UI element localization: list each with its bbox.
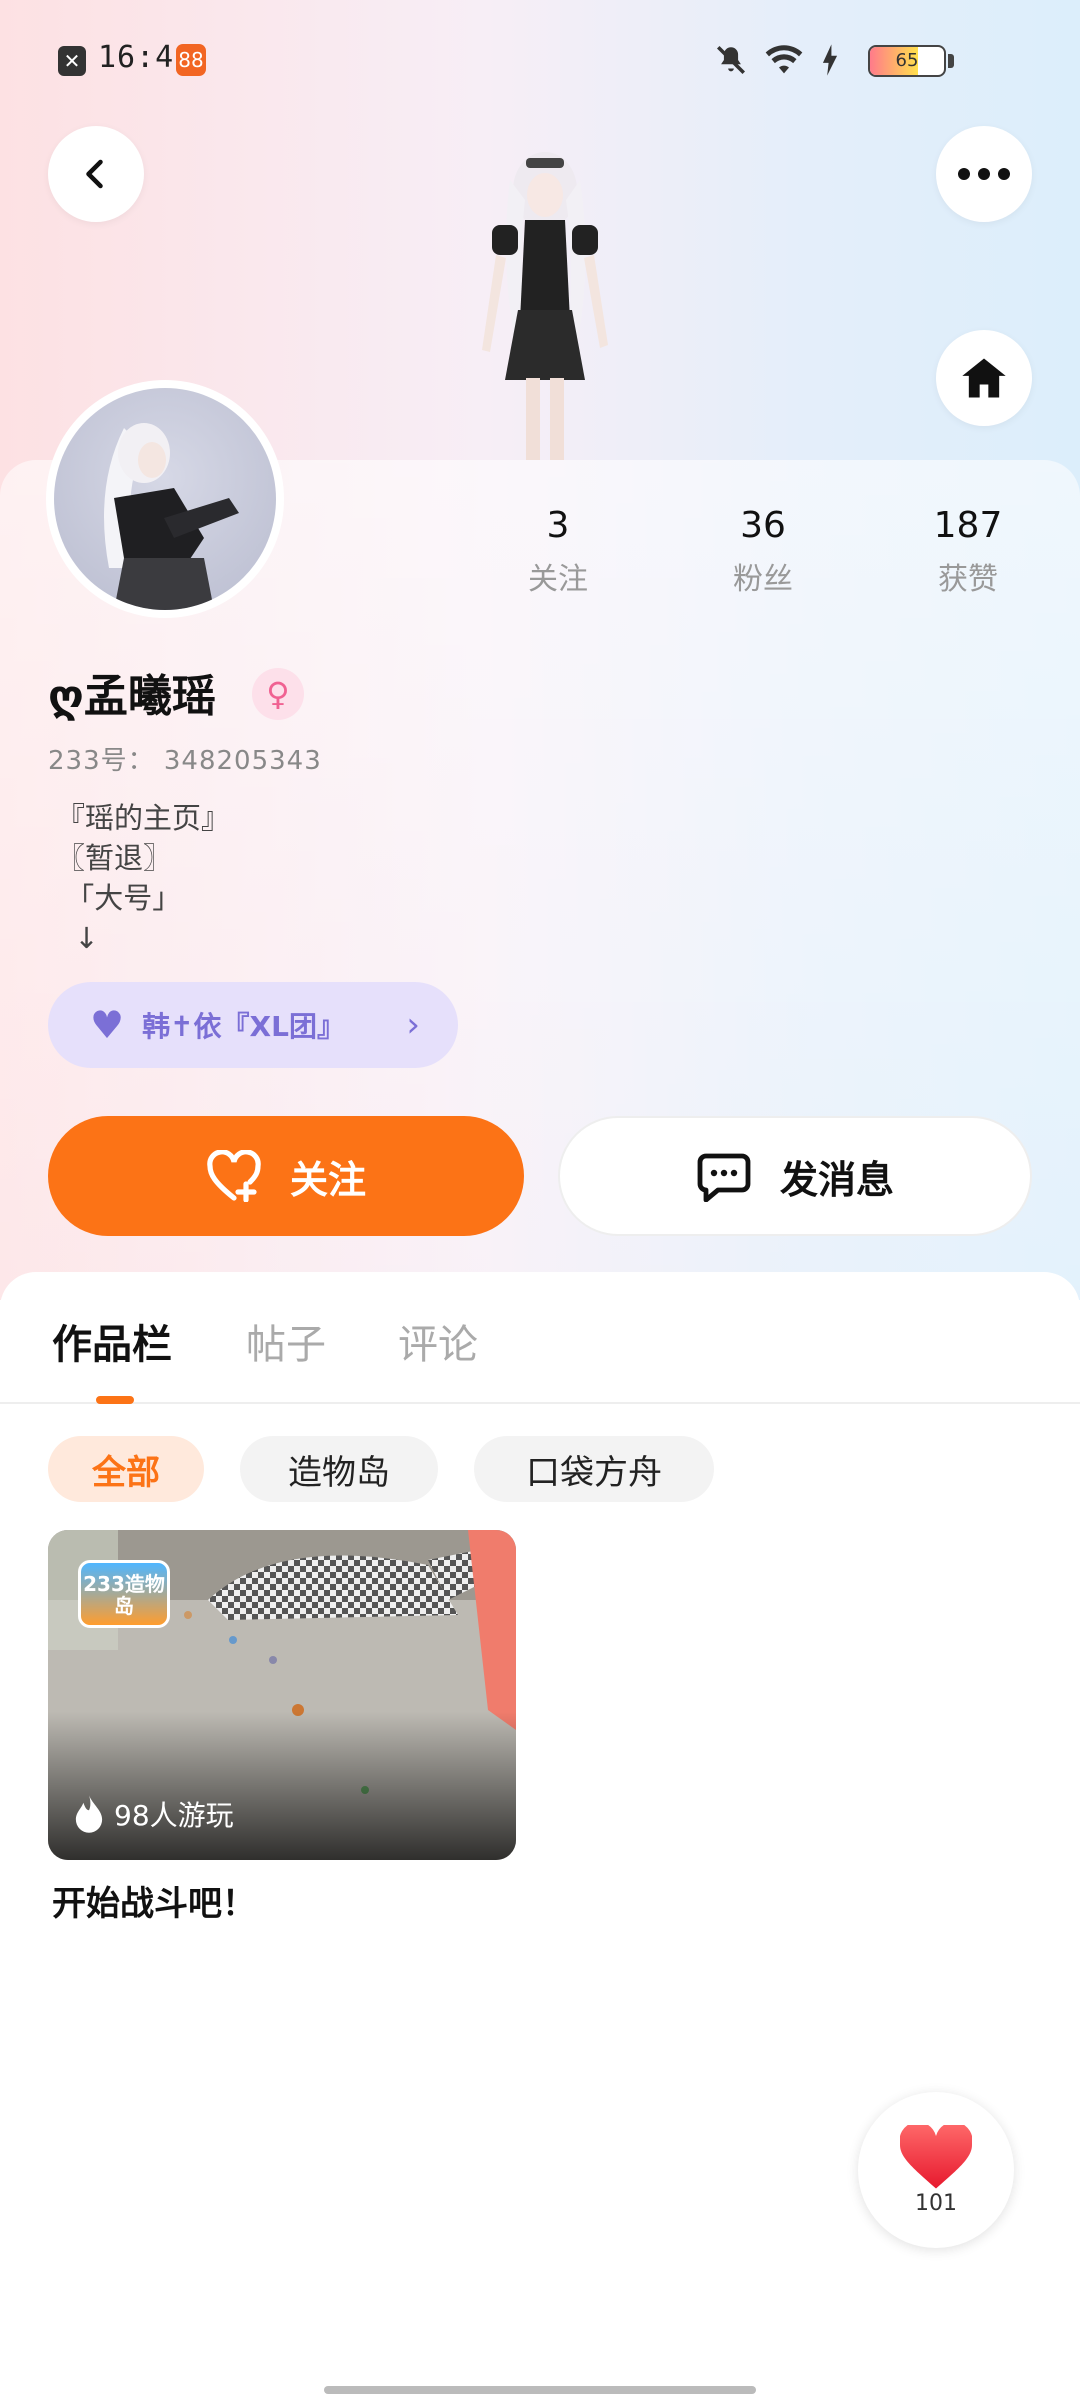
house-icon <box>962 358 1006 398</box>
heart-plus-icon <box>207 1150 261 1202</box>
user-id[interactable]: 233号： 348205343 <box>48 740 322 777</box>
avatar[interactable] <box>46 380 284 618</box>
team-name: 韩✝依『XL团』 <box>142 1010 345 1043</box>
play-count: 98人游玩 <box>74 1794 234 1834</box>
stat-likes[interactable]: 187 获赞 <box>898 505 1038 598</box>
battery-icon: 65 <box>868 45 946 77</box>
chevron-right-icon: › <box>406 1005 420 1045</box>
avatar-image <box>54 388 276 610</box>
bio: 『瑶的主页』 〖暂退〗 「大号」 ↓ <box>56 798 230 958</box>
app-icon: 88 <box>176 44 206 76</box>
back-button[interactable] <box>48 126 144 222</box>
avatar-3d-figure <box>482 152 608 460</box>
battery-level: 65 <box>895 50 919 71</box>
stat-fans[interactable]: 36 粉丝 <box>693 505 833 598</box>
stat-label: 粉丝 <box>733 562 793 597</box>
username: ღ孟曦瑶 <box>48 671 216 722</box>
avatar-illustration <box>104 423 239 610</box>
message-button[interactable]: 发消息 <box>558 1116 1032 1236</box>
tab-bar: 作品栏 帖子 评论 <box>0 1272 1080 1404</box>
filter-all[interactable]: 全部 <box>48 1436 204 1502</box>
battery-tip <box>948 54 954 68</box>
filter-creation-island[interactable]: 造物岛 <box>240 1436 438 1502</box>
status-icons <box>714 40 840 80</box>
work-title[interactable]: 开始战斗吧！ <box>52 1876 256 1925</box>
stat-label: 获赞 <box>938 562 998 597</box>
more-button[interactable] <box>936 126 1032 222</box>
stat-label: 关注 <box>528 562 588 597</box>
tab-posts[interactable]: 帖子 <box>246 1312 326 1370</box>
play-count-text: 98人游玩 <box>114 1799 234 1832</box>
flame-icon <box>75 1795 103 1833</box>
gender-female-icon: ♀ <box>252 668 304 720</box>
tab-indicator <box>96 1396 134 1404</box>
status-bar: ✕ 16:40 88 65 <box>0 40 1080 80</box>
stat-value: 3 <box>546 505 570 546</box>
heart-icon <box>900 2124 972 2188</box>
close-icon: ✕ <box>58 46 86 76</box>
message-label: 发消息 <box>779 1157 894 1202</box>
more-icon <box>958 168 1010 180</box>
heart-icon: ♥ <box>90 1003 125 1047</box>
like-count: 101 <box>915 2190 957 2216</box>
mute-icon <box>716 45 746 75</box>
stat-value: 187 <box>933 505 1003 546</box>
home-indicator[interactable] <box>324 2386 756 2394</box>
chat-bubble-icon <box>697 1153 751 1202</box>
tab-comments[interactable]: 评论 <box>398 1312 478 1370</box>
like-button[interactable]: 101 <box>858 2092 1014 2248</box>
work-card[interactable]: 233造物岛 98人游玩 <box>48 1530 516 1860</box>
bio-line: 『瑶的主页』 <box>56 801 231 835</box>
home-button[interactable] <box>936 330 1032 426</box>
chevron-left-icon <box>86 159 103 189</box>
follow-label: 关注 <box>289 1157 366 1202</box>
bio-line: 〖暂退〗 <box>56 841 173 875</box>
charging-icon <box>822 44 838 76</box>
bio-line: ↓ <box>56 921 99 955</box>
filter-pocket-ark[interactable]: 口袋方舟 <box>474 1436 714 1502</box>
team-badge[interactable]: ♥ 韩✝依『XL团』 › <box>48 982 458 1068</box>
follow-button[interactable]: 关注 <box>48 1116 524 1236</box>
stat-value: 36 <box>740 505 786 546</box>
tab-works[interactable]: 作品栏 <box>52 1312 172 1370</box>
wifi-icon <box>765 45 803 74</box>
game-logo: 233造物岛 <box>78 1560 170 1628</box>
bio-line: 「大号」 <box>56 881 182 915</box>
profile-page: ✕ 16:40 88 65 3 关注 36 粉丝 187 获赞 ღ孟曦瑶 ♀ 2… <box>0 0 1080 2400</box>
stat-following[interactable]: 3 关注 <box>488 505 628 598</box>
